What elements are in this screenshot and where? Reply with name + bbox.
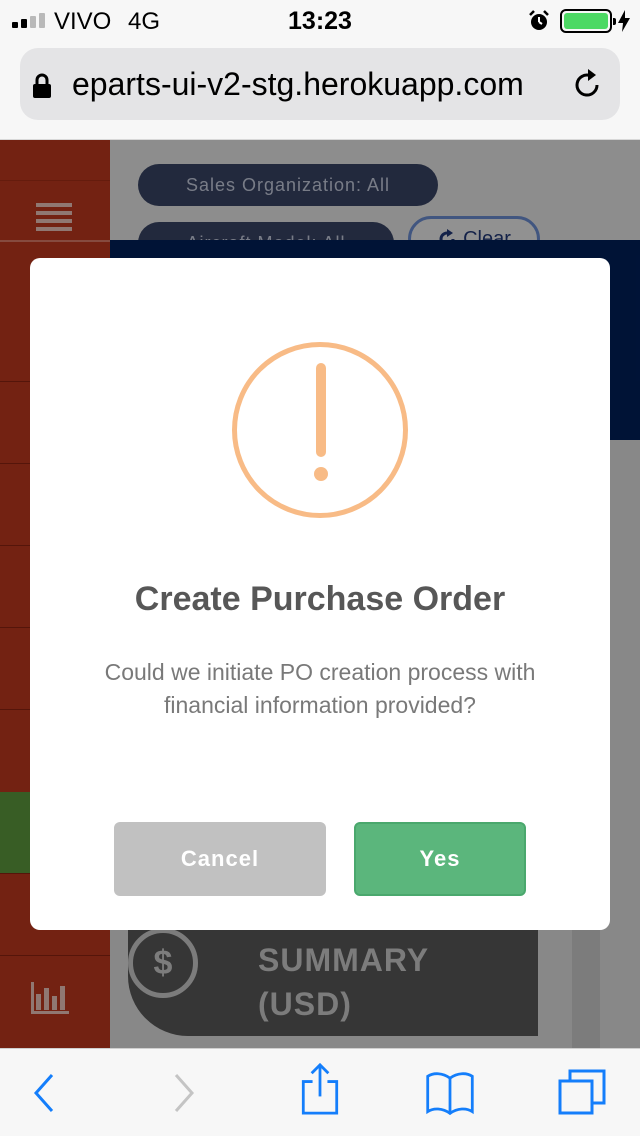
confirm-dialog: Create Purchase Order Could we initiate … xyxy=(30,258,610,930)
status-bar: VIVO 4G 13:23 xyxy=(0,0,640,40)
forward-icon[interactable] xyxy=(160,1067,212,1119)
dialog-title: Create Purchase Order xyxy=(134,580,506,618)
reload-icon[interactable] xyxy=(570,68,604,102)
tabs-icon[interactable] xyxy=(556,1067,608,1119)
cancel-button[interactable]: Cancel xyxy=(114,822,326,896)
dialog-message: Could we initiate PO creation process wi… xyxy=(104,659,536,718)
url-field[interactable]: eparts-ui-v2-stg.herokuapp.com xyxy=(20,48,620,120)
alarm-icon xyxy=(529,10,549,30)
lock-icon xyxy=(33,73,51,98)
browser-toolbar xyxy=(0,1048,640,1136)
battery-icon xyxy=(560,9,616,33)
yes-button[interactable]: Yes xyxy=(354,822,526,896)
bookmarks-icon[interactable] xyxy=(424,1067,476,1119)
back-icon[interactable] xyxy=(24,1067,76,1119)
warning-icon xyxy=(232,342,408,518)
charging-bolt-icon xyxy=(618,10,630,32)
url-text[interactable]: eparts-ui-v2-stg.herokuapp.com xyxy=(72,66,566,103)
browser-address-bar: eparts-ui-v2-stg.herokuapp.com xyxy=(0,40,640,140)
share-icon[interactable] xyxy=(294,1063,346,1115)
